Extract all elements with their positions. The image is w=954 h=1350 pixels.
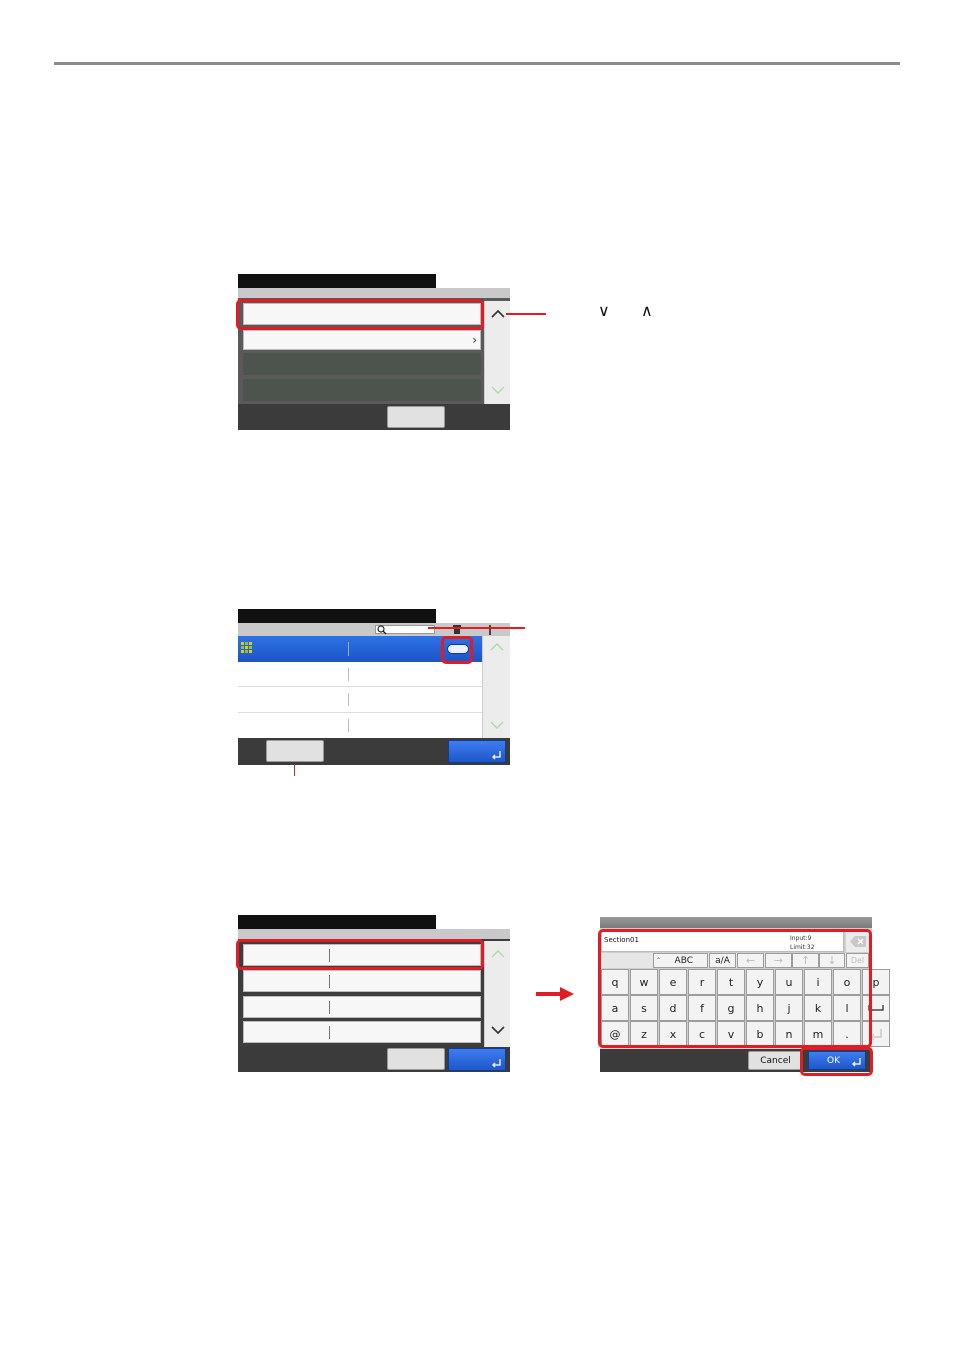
screen3-scrollbar[interactable] [484, 941, 510, 1047]
screen1-list-item-2[interactable]: › [243, 330, 481, 350]
chevron-up-icon[interactable] [490, 309, 506, 319]
grid-icon [241, 642, 252, 653]
callout-chevron-down: ∨ [598, 301, 610, 320]
chevron-right-icon: › [472, 333, 477, 347]
screen3-bottom-button[interactable] [387, 1048, 445, 1070]
chevron-up-icon[interactable] [490, 949, 506, 959]
chevron-up-icon[interactable] [489, 642, 505, 652]
arrow-right-indicator [536, 987, 574, 1001]
plus-icon[interactable] [485, 624, 495, 635]
screen2-callout-line [428, 627, 525, 629]
screen3-confirm-button[interactable] [448, 1048, 506, 1071]
screen1-bottom-bar [238, 404, 510, 430]
screen2-bottom-callout-line [294, 764, 295, 776]
cancel-button[interactable]: Cancel [748, 1051, 803, 1070]
screen2-bottom-left-button[interactable] [266, 740, 324, 762]
screen1-bottom-button[interactable] [387, 406, 445, 428]
column-divider [329, 1026, 330, 1039]
screen2-list [238, 662, 482, 738]
screen3-header-band [238, 929, 510, 939]
column-divider [348, 693, 349, 706]
trash-icon[interactable] [452, 624, 462, 635]
screen2-highlight-box [441, 636, 473, 664]
screen1-scrollbar[interactable] [484, 301, 510, 404]
screen1-highlight-box [236, 299, 484, 330]
chevron-down-icon[interactable] [490, 385, 506, 395]
screen2-header-band [238, 623, 510, 636]
screen1-title-bar [238, 274, 436, 288]
table-row[interactable] [238, 713, 482, 738]
screen3-list-item-4[interactable] [243, 1021, 481, 1043]
table-row[interactable] [238, 687, 482, 713]
screen2-title-bar [238, 609, 436, 623]
screen1-list-item-3 [243, 353, 481, 375]
column-divider [348, 668, 349, 681]
enter-icon [492, 751, 501, 760]
screen3-title-bar [238, 915, 436, 929]
screen2-confirm-button[interactable] [448, 740, 506, 763]
ok-highlight-box [800, 1047, 873, 1076]
callout-chevron-up: ∧ [641, 301, 653, 320]
screen3-highlight-box [236, 939, 484, 970]
screen1-list-item-4 [243, 379, 481, 401]
chevron-down-icon[interactable] [490, 1025, 506, 1035]
chevron-down-icon[interactable] [489, 720, 505, 730]
column-divider [329, 1001, 330, 1014]
table-row[interactable] [238, 662, 482, 687]
keyboard-highlight-box [598, 929, 872, 1048]
screen1-header-band [238, 288, 510, 298]
keyboard-title-bar [600, 917, 872, 928]
column-divider [348, 719, 349, 732]
column-divider [329, 975, 330, 988]
enter-icon [492, 1059, 501, 1068]
screen3-list-item-3[interactable] [243, 996, 481, 1018]
screen1-callout-line [506, 313, 546, 315]
search-icon [377, 625, 387, 635]
column-divider [348, 642, 349, 656]
screen2-scrollbar[interactable] [482, 636, 510, 738]
screen3-list-item-2[interactable] [243, 970, 481, 992]
top-rule [54, 62, 900, 65]
